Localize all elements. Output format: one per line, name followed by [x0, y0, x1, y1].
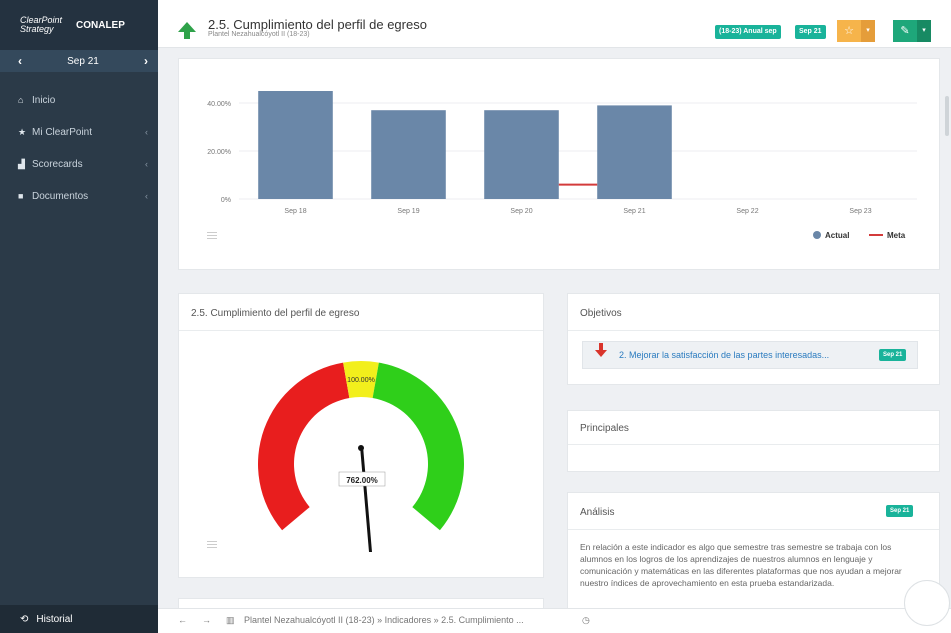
- gauge-chart: 100.00% 762.00%: [258, 361, 464, 552]
- objectives-panel: Objetivos 2. Mejorar la satisfacción de …: [567, 293, 940, 385]
- y-tick-label: 0%: [221, 197, 231, 204]
- x-tick-label: Sep 18: [284, 208, 306, 215]
- star-icon: ☆: [844, 25, 854, 37]
- trend-down-icon: [595, 343, 607, 357]
- divider: [568, 529, 939, 530]
- principales-panel: Principales: [567, 410, 940, 472]
- forward-arrow-icon[interactable]: →: [202, 615, 211, 625]
- org-name[interactable]: CONALEP: [76, 20, 125, 31]
- trend-up-icon: [178, 22, 196, 39]
- document-icon: ■: [18, 191, 24, 201]
- legend-actual-label: Actual: [825, 231, 849, 240]
- brand: ClearPoint Strategy CONALEP: [0, 0, 158, 50]
- divider: [568, 444, 939, 445]
- chart-icon: ▟: [18, 158, 25, 169]
- sidebar-item-label: Scorecards: [32, 158, 83, 170]
- bar: [597, 105, 672, 199]
- edit-dropdown-button[interactable]: ▾: [917, 20, 931, 42]
- bar: [484, 110, 559, 199]
- x-tick-label: Sep 20: [510, 208, 532, 215]
- history-button[interactable]: ⟲ Historial: [0, 605, 158, 633]
- clearpoint-logo[interactable]: ClearPoint Strategy: [20, 16, 64, 34]
- x-tick-label: Sep 21: [623, 208, 645, 215]
- scrollbar[interactable]: [945, 96, 949, 136]
- history-icon: ⟲: [20, 613, 29, 625]
- gauge-needle: [360, 446, 372, 552]
- range-badge[interactable]: (18-23) Anual sep: [715, 25, 781, 39]
- y-tick-label: 20.00%: [207, 149, 231, 156]
- sidebar-item-documentos[interactable]: ■ Documentos ‹: [0, 180, 158, 212]
- breadcrumb[interactable]: Plantel Nezahualcóyotl II (18-23) » Indi…: [244, 615, 524, 625]
- chevron-left-icon[interactable]: ‹: [18, 54, 22, 68]
- sidebar-item-scorecards[interactable]: ▟ Scorecards ‹: [0, 148, 158, 180]
- gauge-red-band: [258, 362, 350, 531]
- x-tick-label: Sep 22: [736, 208, 758, 215]
- bar: [371, 110, 446, 199]
- bottom-bar: ← → ▥ Plantel Nezahualcóyotl II (18-23) …: [158, 608, 951, 633]
- gauge-menu-icon[interactable]: [207, 541, 217, 548]
- bar: [258, 91, 333, 199]
- period-navigator: ‹ Sep 21 ›: [0, 50, 158, 72]
- clock-icon[interactable]: ◷: [582, 615, 590, 626]
- period-label[interactable]: Sep 21: [67, 56, 99, 67]
- gauge-panel: 2.5. Cumplimiento del perfil de egreso 1…: [178, 293, 544, 578]
- sidebar-item-mi-clearpoint[interactable]: ★ Mi ClearPoint ‹: [0, 116, 158, 148]
- history-label: Historial: [36, 613, 73, 625]
- chart-menu-icon[interactable]: [207, 232, 217, 239]
- sidebar-item-label: Mi ClearPoint: [32, 126, 93, 138]
- help-button[interactable]: [904, 580, 950, 626]
- sidebar-item-inicio[interactable]: ⌂ Inicio: [0, 84, 158, 116]
- principales-title: Principales: [580, 423, 629, 434]
- caret-down-icon: ▾: [922, 27, 926, 34]
- sidebar-item-label: Inicio: [32, 94, 56, 106]
- sidebar: ClearPoint Strategy CONALEP ‹ Sep 21 › ⌂…: [0, 0, 158, 633]
- legend-meta-label: Meta: [887, 231, 906, 240]
- chevron-right-icon[interactable]: ›: [144, 54, 148, 68]
- chevron-left-icon: ‹: [145, 191, 148, 201]
- x-tick-label: Sep 19: [397, 208, 419, 215]
- x-tick-label: Sep 23: [849, 208, 871, 215]
- divider: [568, 330, 939, 331]
- gauge-needle-hub: [358, 445, 364, 451]
- pencil-icon: ✎: [900, 25, 910, 37]
- y-tick-label: 40.00%: [207, 101, 231, 108]
- favorite-button[interactable]: ☆: [837, 20, 861, 42]
- chart-icon: ▥: [226, 615, 235, 625]
- analysis-text: En relación a este indicador es algo que…: [580, 542, 902, 588]
- bar-chart: 0% 20.00% 40.00% Sep 18 Sep 19 Sep 20 Sep 21 Se…: [207, 91, 917, 240]
- objective-item[interactable]: 2. Mejorar la satisfacción de las partes…: [582, 341, 918, 369]
- edit-button[interactable]: ✎: [893, 20, 917, 42]
- favorite-dropdown-button[interactable]: ▾: [861, 20, 875, 42]
- nav-list: ⌂ Inicio ★ Mi ClearPoint ‹ ▟ Scorecards …: [0, 84, 158, 212]
- objectives-title: Objetivos: [580, 308, 622, 319]
- caret-down-icon: ▾: [866, 27, 870, 34]
- chevron-left-icon: ‹: [145, 127, 148, 137]
- analysis-period-badge: Sep 21: [886, 505, 914, 517]
- page-subtitle: Plantel Nezahualcóyotl II (18-23): [208, 31, 310, 38]
- chevron-left-icon: ‹: [145, 159, 148, 169]
- analysis-panel: Análisis Sep 21 En relación a este indic…: [567, 492, 940, 610]
- objective-period-badge: Sep 21: [879, 349, 907, 361]
- back-arrow-icon[interactable]: ←: [178, 615, 187, 625]
- analysis-title: Análisis: [580, 507, 615, 518]
- chart-panel: 0% 20.00% 40.00% Sep 18 Sep 19 Sep 20 Sep 21 Se…: [178, 58, 940, 270]
- page-header: 2.5. Cumplimiento del perfil de egreso P…: [158, 0, 951, 48]
- sidebar-item-label: Documentos: [32, 190, 89, 202]
- gauge-top-label: 100.00%: [347, 377, 375, 384]
- page-title: 2.5. Cumplimiento del perfil de egreso: [208, 17, 427, 32]
- gauge-value: 762.00%: [346, 476, 378, 485]
- gauge-green-band: [372, 362, 464, 531]
- home-icon: ⌂: [18, 95, 24, 105]
- legend-actual-marker: [813, 231, 821, 239]
- star-icon: ★: [18, 126, 27, 137]
- objective-link[interactable]: 2. Mejorar la satisfacción de las partes…: [619, 350, 829, 360]
- period-badge[interactable]: Sep 21: [795, 25, 826, 39]
